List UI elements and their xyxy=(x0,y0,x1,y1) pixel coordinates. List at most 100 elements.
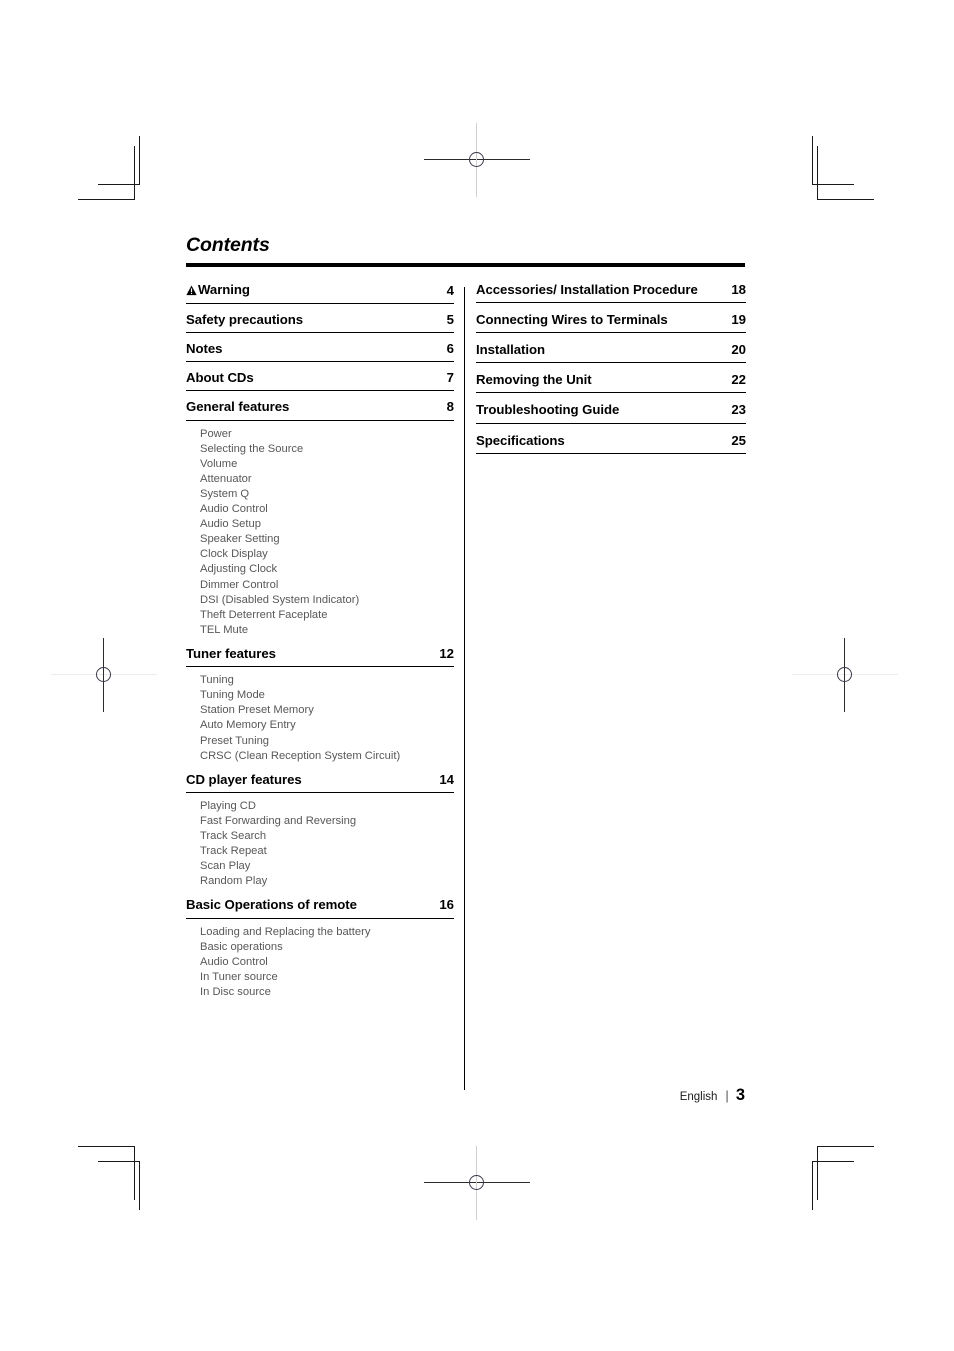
toc-entry-label: Accessories/ Installation Procedure xyxy=(476,281,698,297)
toc-entry-label: Notes xyxy=(186,341,223,356)
toc-entry[interactable]: Removing the Unit 22 xyxy=(476,372,746,394)
reg-circle xyxy=(96,667,111,682)
toc-entry[interactable]: Basic Operations of remote 16 xyxy=(186,897,454,919)
toc-entry-label: Installation xyxy=(476,341,546,357)
toc-subitem[interactable]: Clock Display xyxy=(200,547,454,562)
toc-subitem-list: Loading and Replacing the battery Basic o… xyxy=(186,925,454,1000)
toc-entry[interactable]: Accessories/ Installation Procedure 18 xyxy=(476,281,746,303)
toc-entry-page: 18 xyxy=(731,281,746,297)
toc-subitem[interactable]: In Tuner source xyxy=(200,970,454,985)
toc-subitem[interactable]: Basic operations xyxy=(200,940,454,955)
toc-section-notes: Notes 6 xyxy=(186,341,454,363)
footer-page-number: 3 xyxy=(735,1086,745,1104)
page-footer: English | 3 xyxy=(186,1086,745,1105)
toc-subitem[interactable]: Audio Control xyxy=(200,502,454,517)
toc-entry-label: Connecting Wires to Terminals xyxy=(476,311,668,327)
toc-section-safety-precautions: Safety precautions 5 xyxy=(186,313,454,333)
toc-subitem[interactable]: Attenuator xyxy=(200,472,454,487)
toc-subitem[interactable]: Preset Tuning xyxy=(200,734,454,749)
contents-right-column: Accessories/ Installation Procedure 18 C… xyxy=(476,281,746,454)
toc-entry-label: General features xyxy=(186,399,290,415)
toc-entry[interactable]: Warning 4 xyxy=(186,281,454,304)
footer-language: English xyxy=(679,1091,718,1103)
toc-entry-page: 7 xyxy=(446,370,454,386)
toc-section-cd-player-features: CD player features 14 Playing CD Fast For… xyxy=(186,771,454,890)
toc-entry-label: Troubleshooting Guide xyxy=(476,402,620,418)
toc-subitem[interactable]: DSI (Disabled System Indicator) xyxy=(200,593,454,608)
toc-entry-label: About CDs xyxy=(186,370,254,386)
toc-subitem[interactable]: Volume xyxy=(200,457,454,472)
toc-entry-label: CD player features xyxy=(186,771,302,787)
page-title: Contents xyxy=(186,234,270,256)
toc-entry-page: 8 xyxy=(446,399,454,415)
toc-entry-label: Basic Operations of remote xyxy=(186,897,357,913)
toc-entry-page: 20 xyxy=(731,341,746,357)
toc-entry[interactable]: Troubleshooting Guide 23 xyxy=(476,402,746,424)
toc-subitem[interactable]: Speaker Setting xyxy=(200,532,454,547)
toc-subitem[interactable]: Tuning xyxy=(200,673,454,688)
column-divider xyxy=(464,286,465,1090)
toc-entry[interactable]: Safety precautions 5 xyxy=(186,313,454,333)
registration-mark-left xyxy=(51,638,157,712)
toc-entry-label: Warning xyxy=(198,281,250,297)
toc-entry[interactable]: Notes 6 xyxy=(186,341,454,363)
toc-entry[interactable]: Connecting Wires to Terminals 19 xyxy=(476,313,746,333)
toc-entry-page: 14 xyxy=(439,771,454,787)
reg-circle xyxy=(469,152,484,167)
toc-entry-page: 4 xyxy=(446,282,454,298)
toc-entry[interactable]: Specifications 25 xyxy=(476,432,746,454)
title-rule xyxy=(186,262,745,267)
toc-entry-label: Safety precautions xyxy=(186,311,304,327)
crop-mark-top-left xyxy=(78,136,140,200)
toc-subitem[interactable]: Audio Control xyxy=(200,955,454,970)
toc-section-basic-operations-of-remote: Basic Operations of remote 16 Loading an… xyxy=(186,898,454,1000)
contents-page: Contents Warning 4 Safety precautions 5 … xyxy=(186,234,746,1090)
contents-columns: Warning 4 Safety precautions 5 Notes 6 A… xyxy=(186,281,746,1090)
toc-subitem[interactable]: Audio Setup xyxy=(200,517,454,532)
toc-subitem[interactable]: Station Preset Memory xyxy=(200,703,454,718)
toc-subitem[interactable]: CRSC (Clean Reception System Circuit) xyxy=(200,749,454,764)
toc-subitem[interactable]: Random Play xyxy=(200,874,454,889)
toc-subitem[interactable]: Dimmer Control xyxy=(200,578,454,593)
toc-entry-page: 16 xyxy=(439,897,454,913)
toc-subitem[interactable]: Track Repeat xyxy=(200,844,454,859)
toc-section-about-cds: About CDs 7 xyxy=(186,370,454,392)
reg-circle xyxy=(837,667,852,682)
toc-subitem[interactable]: Fast Forwarding and Reversing xyxy=(200,814,454,829)
toc-entry-label: Removing the Unit xyxy=(476,372,592,388)
toc-subitem[interactable]: In Disc source xyxy=(200,985,454,1000)
toc-entry[interactable]: CD player features 14 xyxy=(186,771,454,793)
toc-entry-label: Specifications xyxy=(476,432,565,448)
crop-mark-bottom-left xyxy=(78,1146,140,1210)
toc-section-tuner-features: Tuner features 12 Tuning Tuning Mode Stati… xyxy=(186,647,454,764)
registration-mark-top xyxy=(424,123,530,197)
toc-subitem-list: Power Selecting the Source Volume Attenuato… xyxy=(186,427,454,638)
toc-entry[interactable]: Installation 20 xyxy=(476,341,746,364)
toc-entry[interactable]: Tuner features 12 xyxy=(186,645,454,668)
toc-entry[interactable]: About CDs 7 xyxy=(186,370,454,392)
toc-entry-page: 6 xyxy=(446,341,454,356)
toc-subitem[interactable]: Adjusting Clock xyxy=(200,562,454,577)
toc-subitem[interactable]: Power xyxy=(200,427,454,442)
toc-subitem[interactable]: Track Search xyxy=(200,829,454,844)
toc-subitem[interactable]: Scan Play xyxy=(200,859,454,874)
toc-subitem[interactable]: Theft Deterrent Faceplate xyxy=(200,608,454,623)
footer-separator: | xyxy=(725,1088,729,1103)
toc-entry-page: 5 xyxy=(446,311,454,327)
toc-subitem[interactable]: Loading and Replacing the battery xyxy=(200,925,454,940)
toc-subitem[interactable]: Tuning Mode xyxy=(200,688,454,703)
toc-entry-page: 25 xyxy=(731,432,746,448)
toc-subitem[interactable]: Auto Memory Entry xyxy=(200,718,454,733)
registration-mark-bottom xyxy=(424,1146,530,1220)
toc-subitem[interactable]: Selecting the Source xyxy=(200,442,454,457)
toc-entry-page: 12 xyxy=(439,645,454,661)
toc-subitem[interactable]: System Q xyxy=(200,487,454,502)
crop-mark-top-right xyxy=(812,136,874,200)
contents-left-column: Warning 4 Safety precautions 5 Notes 6 A… xyxy=(186,281,454,1001)
toc-entry-page: 19 xyxy=(731,311,746,327)
toc-subitem[interactable]: TEL Mute xyxy=(200,623,454,638)
crop-mark-bottom-right xyxy=(812,1146,874,1210)
toc-subitem[interactable]: Playing CD xyxy=(200,799,454,814)
toc-entry[interactable]: General features 8 xyxy=(186,399,454,421)
toc-entry-label: Tuner features xyxy=(186,645,276,661)
